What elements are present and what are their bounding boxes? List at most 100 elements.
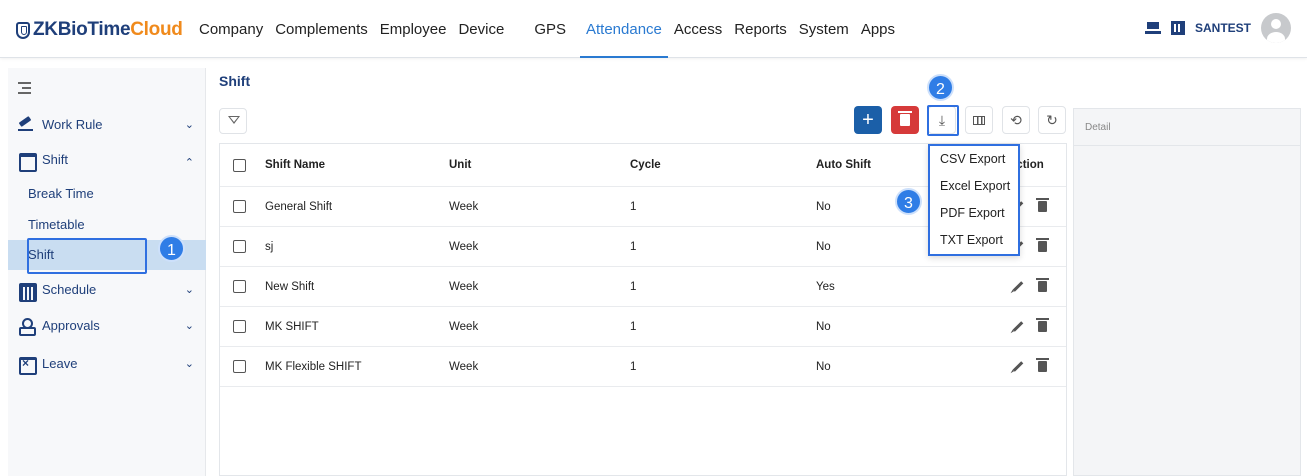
building-icon: [1170, 21, 1185, 35]
detail-panel: Detail: [1073, 108, 1301, 476]
columns-button[interactable]: [965, 106, 993, 134]
cell-auto-shift: No: [816, 360, 831, 373]
nav-apps[interactable]: Apps: [855, 0, 901, 58]
table-row[interactable]: MK Flexible SHIFT Week 1 No: [220, 347, 1066, 387]
chevron-down-icon: ⌄: [184, 320, 194, 332]
chevron-down-icon: ⌄: [184, 119, 194, 131]
edit-icon[interactable]: [1012, 281, 1024, 292]
row-checkbox[interactable]: [233, 320, 246, 333]
detail-panel-title: Detail: [1074, 109, 1300, 146]
column-header-cycle[interactable]: Cycle: [630, 144, 661, 186]
chevron-down-icon: ⌄: [184, 358, 194, 370]
cell-shift-name: New Shift: [265, 280, 315, 293]
menu-item-excel-export[interactable]: Excel Export: [930, 173, 1018, 200]
gavel-icon: [18, 116, 34, 132]
cell-shift-name: MK SHIFT: [265, 320, 319, 333]
trash-icon: [898, 111, 912, 126]
history-button[interactable]: ⟲: [1002, 106, 1030, 134]
user-area: SANTEST: [1144, 13, 1291, 43]
export-dropdown-menu: CSV Export Excel Export PDF Export TXT E…: [928, 144, 1020, 256]
cell-auto-shift: No: [816, 200, 831, 213]
sidebar-item-work-rule[interactable]: Work Rule ⌄: [8, 107, 206, 141]
refresh-icon: ↻: [1046, 111, 1058, 128]
table-row[interactable]: New Shift Week 1 Yes: [220, 267, 1066, 307]
filter-icon[interactable]: [219, 108, 247, 134]
app-logo[interactable]: ZKBioTime Cloud: [16, 19, 183, 41]
row-checkbox[interactable]: [233, 240, 246, 253]
nav-attendance[interactable]: Attendance: [580, 0, 668, 58]
cell-auto-shift: No: [816, 320, 831, 333]
cell-auto-shift: No: [816, 240, 831, 253]
cell-cycle: 1: [630, 360, 637, 373]
top-navigation-bar: ZKBioTime Cloud Company Complements Emplo…: [0, 0, 1307, 58]
sidebar-item-leave[interactable]: Leave ⌄: [8, 346, 206, 380]
shield-logo-icon: [16, 21, 30, 39]
main-menu: Company Complements Employee Device GPS …: [193, 0, 901, 58]
menu-item-pdf-export[interactable]: PDF Export: [930, 200, 1018, 227]
sidebar-item-schedule[interactable]: Schedule ⌄: [8, 272, 206, 306]
sidebar-item-approvals[interactable]: Approvals ⌄: [8, 308, 206, 342]
cell-cycle: 1: [630, 200, 637, 213]
nav-access[interactable]: Access: [668, 0, 728, 58]
nav-device[interactable]: Device: [452, 0, 510, 58]
cell-shift-name: General Shift: [265, 200, 333, 213]
add-button[interactable]: +: [854, 106, 882, 134]
edit-icon[interactable]: [1012, 321, 1024, 332]
sidebar-item-label: Work Rule: [42, 116, 103, 132]
calendar-grid-icon: [18, 281, 37, 302]
nav-reports[interactable]: Reports: [728, 0, 793, 58]
cell-cycle: 1: [630, 240, 637, 253]
nav-system[interactable]: System: [793, 0, 855, 58]
sidebar-item-label: Shift: [42, 151, 69, 167]
chevron-down-icon: ⌄: [184, 284, 194, 296]
delete-button[interactable]: [891, 106, 919, 134]
table-row[interactable]: MK SHIFT Week 1 No: [220, 307, 1066, 347]
avatar[interactable]: [1261, 13, 1291, 43]
delete-icon[interactable]: [1036, 278, 1049, 292]
delete-icon[interactable]: [1036, 198, 1049, 212]
column-header-unit[interactable]: Unit: [449, 144, 471, 186]
calendar-x-icon: [18, 355, 37, 375]
cell-unit: Week: [449, 320, 479, 333]
sidebar-item-label: Leave: [42, 355, 78, 371]
nav-complements[interactable]: Complements: [269, 0, 374, 58]
columns-icon: [973, 115, 985, 125]
cell-unit: Week: [449, 280, 479, 293]
row-checkbox[interactable]: [233, 280, 246, 293]
cart-icon[interactable]: [1144, 22, 1161, 34]
refresh-button[interactable]: ↻: [1038, 106, 1066, 134]
collapse-menu-icon[interactable]: [18, 82, 31, 94]
chevron-up-icon: ⌃: [184, 157, 194, 169]
row-checkbox[interactable]: [233, 360, 246, 373]
delete-icon[interactable]: [1036, 318, 1049, 332]
nav-employee[interactable]: Employee: [374, 0, 453, 58]
cell-unit: Week: [449, 360, 479, 373]
select-all-checkbox[interactable]: [233, 158, 246, 172]
cell-unit: Week: [449, 240, 479, 253]
highlight-box-shift: [27, 238, 147, 274]
cell-auto-shift: Yes: [816, 280, 835, 293]
cell-shift-name: MK Flexible SHIFT: [265, 360, 362, 373]
cell-cycle: 1: [630, 280, 637, 293]
sidebar-item-shift[interactable]: Shift ⌃: [8, 142, 206, 176]
callout-badge-3: 3: [895, 188, 922, 215]
cell-cycle: 1: [630, 320, 637, 333]
edit-icon[interactable]: [1012, 361, 1024, 372]
user-name[interactable]: SANTEST: [1195, 21, 1251, 35]
column-header-shift-name[interactable]: Shift Name: [265, 144, 325, 186]
row-checkbox[interactable]: [233, 200, 246, 213]
delete-icon[interactable]: [1036, 238, 1049, 252]
menu-item-csv-export[interactable]: CSV Export: [930, 146, 1018, 173]
sidebar-item-label: Approvals: [42, 317, 100, 333]
nav-gps[interactable]: GPS: [528, 0, 572, 58]
nav-company[interactable]: Company: [193, 0, 269, 58]
person-icon: [18, 317, 36, 336]
column-header-auto-shift[interactable]: Auto Shift: [816, 144, 871, 186]
menu-item-txt-export[interactable]: TXT Export: [930, 227, 1018, 254]
calendar-icon: [18, 151, 37, 172]
callout-badge-1: 1: [158, 235, 185, 262]
delete-icon[interactable]: [1036, 358, 1049, 372]
sidebar-subitem-break-time[interactable]: Break Time: [8, 179, 206, 209]
highlight-box-export: [927, 105, 959, 136]
callout-badge-2: 2: [927, 74, 954, 101]
